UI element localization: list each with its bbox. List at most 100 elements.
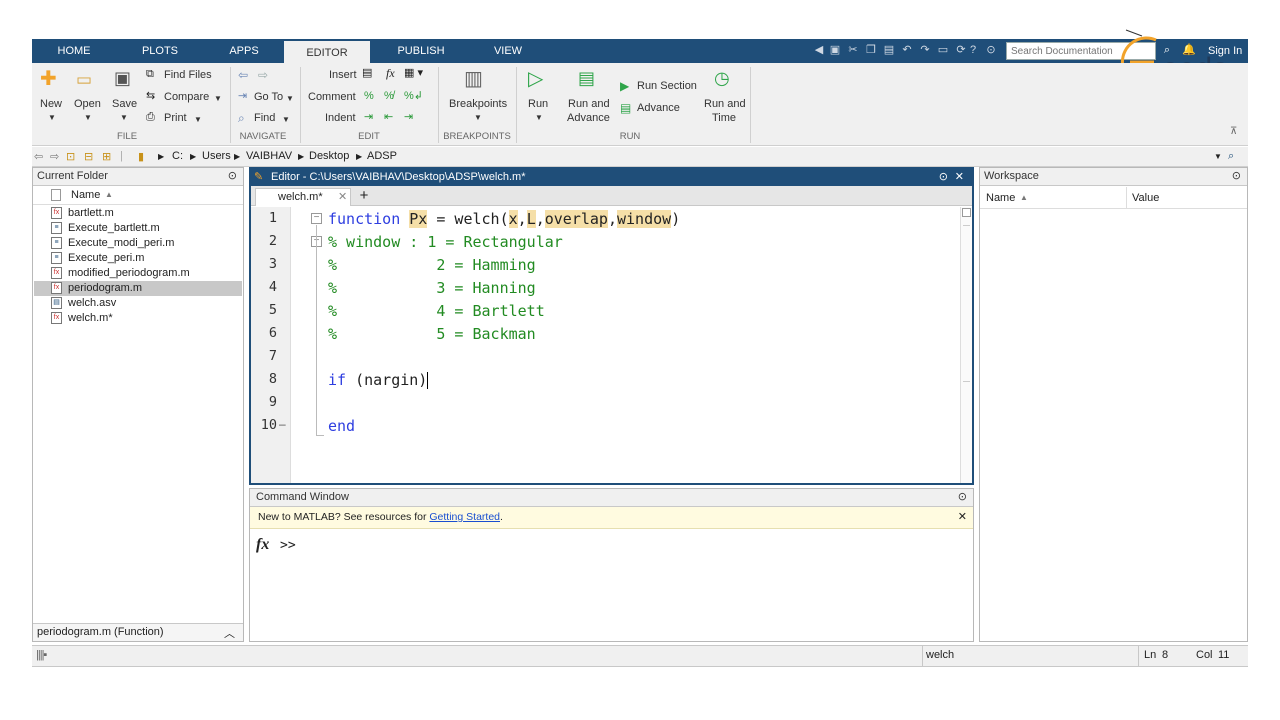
compare-button[interactable]: Compare — [164, 91, 209, 103]
switch-windows-icon[interactable]: ▭ — [936, 43, 950, 57]
indent-button[interactable]: Indent — [325, 112, 356, 124]
name-column-header[interactable]: Name ▲ — [33, 187, 243, 205]
details-bar[interactable]: periodogram.m (Function) ︿ — [33, 623, 243, 641]
go-to-dropdown-icon[interactable]: ▼ — [286, 94, 294, 103]
panel-actions-icon[interactable]: ⊙ — [228, 168, 237, 185]
close-tab-icon[interactable]: ✕ — [338, 190, 347, 203]
path-segment[interactable]: VAIBHAV — [246, 150, 292, 162]
go-to-button[interactable]: Go To — [254, 91, 283, 103]
find-button[interactable]: Find — [254, 112, 275, 124]
run-and-advance-icon[interactable]: ▤ — [578, 69, 595, 87]
forward-icon[interactable]: ⇨ — [50, 150, 59, 163]
run-and-time-button-line1[interactable]: Run and — [704, 98, 746, 110]
list-item[interactable]: welch.m* — [68, 311, 113, 326]
insert-section-icon[interactable]: ▤ — [362, 68, 372, 79]
comment-percent-icon[interactable]: % — [364, 91, 374, 102]
root-folder-icon[interactable]: ▮ — [138, 150, 144, 163]
run-button[interactable]: Run — [528, 98, 548, 110]
path-segment[interactable]: Users — [202, 150, 231, 162]
fold-toggle-icon[interactable]: − — [311, 213, 322, 224]
save-icon[interactable]: ▣ — [828, 43, 842, 57]
insert-button[interactable]: Insert — [329, 69, 357, 81]
find-dropdown-icon[interactable]: ▼ — [282, 115, 290, 124]
path-segment[interactable]: ADSP — [367, 150, 397, 162]
message-marker[interactable] — [963, 225, 970, 226]
insert-function-icon[interactable]: fx — [386, 67, 395, 79]
uncomment-icon[interactable]: %̸ — [384, 91, 394, 102]
tab-home[interactable]: HOME — [32, 39, 116, 63]
column-divider[interactable] — [1126, 187, 1127, 208]
path-segment[interactable]: Desktop — [309, 150, 349, 162]
save-dropdown-icon[interactable]: ▼ — [120, 113, 128, 122]
run-section-button[interactable]: Run Section — [637, 80, 697, 92]
open-button[interactable]: Open — [74, 98, 101, 110]
path-search-icon[interactable]: ⌕ — [1228, 150, 1234, 163]
close-notice-icon[interactable]: ✕ — [958, 507, 967, 528]
function-browser-icon[interactable]: fx — [256, 536, 269, 554]
tab-editor[interactable]: EDITOR — [284, 41, 370, 65]
up-folder-icon[interactable]: ⊡ — [66, 150, 75, 163]
panel-actions-icon[interactable]: ⊙ — [958, 489, 967, 506]
find-files-button[interactable]: Find Files — [164, 69, 212, 81]
comment-button[interactable]: Comment — [308, 91, 356, 103]
new-button[interactable]: New — [40, 98, 62, 110]
back-arrow-icon[interactable]: ⇦ — [238, 69, 248, 81]
forward-arrow-icon[interactable]: ⇨ — [258, 69, 268, 81]
cut-icon[interactable]: ✂ — [846, 43, 860, 57]
new-file-icon[interactable]: ✚ — [40, 69, 57, 89]
smart-indent-icon[interactable]: ⇥ — [364, 112, 373, 123]
list-item[interactable]: Execute_peri.m — [68, 251, 144, 266]
back-icon[interactable]: ⇦ — [34, 150, 43, 163]
panel-actions-icon[interactable]: ⊙ — [1232, 168, 1241, 185]
browse-folder-icon[interactable]: ⊟ — [84, 150, 93, 163]
collapse-ribbon-icon[interactable]: ⊼ — [1230, 127, 1237, 137]
breakpoint-dash[interactable]: – — [279, 417, 286, 431]
print-dropdown-icon[interactable]: ▼ — [194, 115, 202, 124]
run-and-time-button-line2[interactable]: Time — [712, 112, 736, 124]
list-item[interactable]: modified_periodogram.m — [68, 266, 190, 281]
path-segment[interactable]: C: — [172, 150, 183, 162]
command-input-area[interactable]: fx >> — [250, 530, 973, 641]
file-tab-welch[interactable]: welch.m* ✕ — [255, 188, 351, 206]
options-icon[interactable]: ⊙ — [984, 43, 998, 57]
decrease-indent-icon[interactable]: ⇤ — [384, 112, 393, 123]
insert-dropdown-icon[interactable]: ▦ ▾ — [404, 68, 423, 79]
new-dropdown-icon[interactable]: ▼ — [48, 113, 56, 122]
message-marker[interactable] — [963, 381, 970, 382]
breakpoints-button[interactable]: Breakpoints — [449, 98, 507, 110]
open-folder-icon[interactable]: ▭ — [76, 71, 92, 88]
code-analyzer-indicator[interactable] — [962, 208, 971, 217]
tab-publish[interactable]: PUBLISH — [376, 39, 466, 63]
save-file-icon[interactable]: ▣ — [114, 69, 131, 87]
paste-icon[interactable]: ▤ — [882, 43, 896, 57]
collapse-left-icon[interactable]: ◀ — [812, 43, 826, 57]
expand-details-icon[interactable]: ︿ — [224, 625, 235, 641]
close-editor-icon[interactable]: ✕ — [955, 169, 964, 186]
list-item[interactable]: Execute_modi_peri.m — [68, 236, 174, 251]
open-dropdown-icon[interactable]: ▼ — [84, 113, 92, 122]
run-dropdown-icon[interactable]: ▼ — [535, 113, 543, 122]
breakpoints-dropdown-icon[interactable]: ▼ — [474, 113, 482, 122]
tab-view[interactable]: VIEW — [466, 39, 550, 63]
breakpoints-icon[interactable]: ▥ — [464, 69, 483, 89]
advance-button[interactable]: Advance — [637, 102, 680, 114]
value-column-header[interactable]: Value — [1132, 192, 1159, 204]
tab-plots[interactable]: PLOTS — [118, 39, 202, 63]
run-and-advance-button-line2[interactable]: Advance — [567, 112, 610, 124]
copy-icon[interactable]: ❐ — [864, 43, 878, 57]
new-tab-plus-icon[interactable]: + — [353, 187, 375, 205]
folder-search-icon[interactable]: ⊞ — [102, 150, 111, 163]
getting-started-link[interactable]: Getting Started — [429, 511, 500, 523]
run-and-advance-button-line1[interactable]: Run and — [568, 98, 610, 110]
name-column-header[interactable]: Name — [986, 192, 1015, 204]
message-bar[interactable] — [960, 207, 972, 483]
increase-indent-icon[interactable]: ⇥ — [404, 112, 413, 123]
list-item-selected[interactable]: fx periodogram.m — [34, 281, 242, 296]
save-button[interactable]: Save — [112, 98, 137, 110]
list-item[interactable]: welch.asv — [68, 296, 116, 311]
list-item[interactable]: bartlett.m — [68, 206, 114, 221]
list-item[interactable]: Execute_bartlett.m — [68, 221, 160, 236]
help-icon[interactable]: ? — [966, 43, 980, 57]
redo-icon[interactable]: ↷ — [918, 43, 932, 57]
path-history-dropdown-icon[interactable]: ▼ — [1214, 152, 1222, 161]
